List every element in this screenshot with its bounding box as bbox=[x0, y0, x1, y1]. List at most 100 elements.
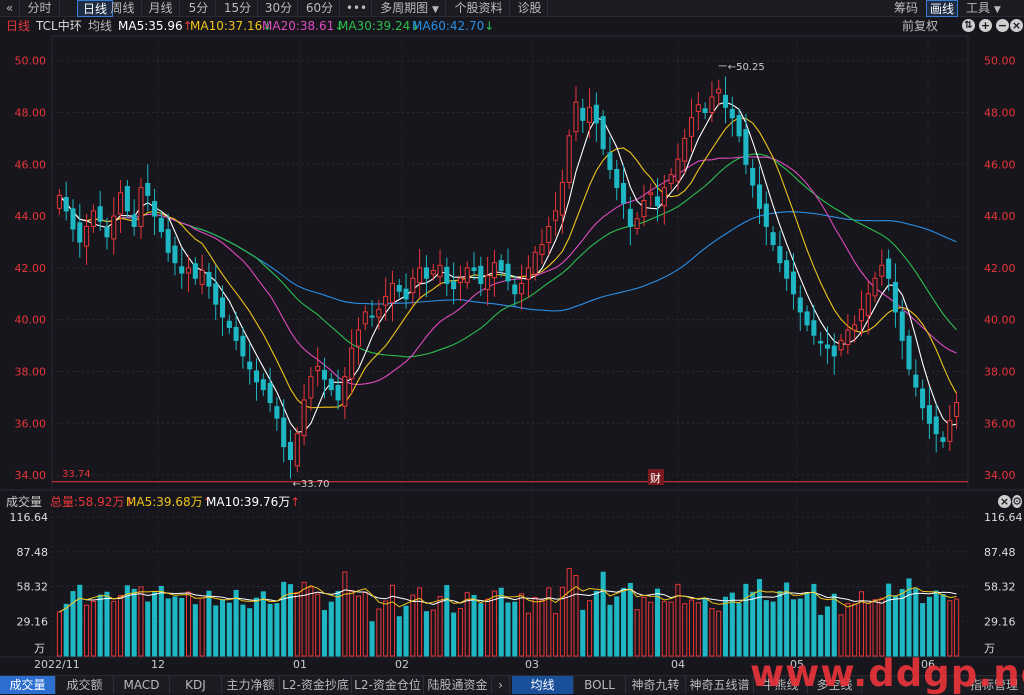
tab-ma[interactable]: 均线 bbox=[512, 676, 574, 694]
volume-bar bbox=[403, 605, 409, 657]
candle-body bbox=[872, 277, 878, 297]
tab-l2-position[interactable]: L2-资金仓位 bbox=[352, 676, 424, 694]
price-panel-border bbox=[51, 35, 969, 491]
tab-turnover[interactable]: 成交额 bbox=[56, 676, 114, 694]
candle-body bbox=[430, 269, 436, 275]
candle-body bbox=[539, 244, 545, 255]
candle-body bbox=[70, 208, 76, 230]
candle-body bbox=[206, 272, 212, 287]
volume-bar bbox=[247, 608, 253, 657]
volume-tick-right: 87.48 bbox=[984, 546, 1016, 559]
candle-body bbox=[56, 194, 62, 209]
volume-bar bbox=[104, 591, 110, 657]
volume-bar bbox=[519, 593, 525, 657]
candle-body bbox=[328, 378, 334, 391]
candle-body bbox=[933, 416, 939, 435]
volume-bar bbox=[376, 608, 382, 657]
volume-bar bbox=[281, 581, 287, 657]
price-tick-left: 34.00 bbox=[15, 469, 47, 482]
volume-bar bbox=[84, 604, 90, 657]
volume-bar bbox=[308, 586, 314, 657]
candle-body bbox=[77, 222, 83, 243]
volume-bar bbox=[321, 610, 328, 657]
candle-body bbox=[342, 376, 348, 407]
candle-body bbox=[634, 218, 640, 230]
tab-kdj[interactable]: KDJ bbox=[170, 676, 222, 694]
price-tick-left: 46.00 bbox=[15, 158, 47, 171]
volume-bar bbox=[899, 589, 905, 657]
volume-tick-left: 58.32 bbox=[17, 581, 49, 594]
tab-main-net[interactable]: 主力净额 bbox=[222, 676, 280, 694]
volume-bar bbox=[63, 603, 69, 657]
volume-bar bbox=[240, 604, 246, 657]
tab-boll[interactable]: BOLL bbox=[574, 676, 626, 694]
volume-bar bbox=[845, 602, 851, 657]
tab-magic-nine[interactable]: 神奇九转 bbox=[626, 676, 686, 694]
candle-body bbox=[845, 329, 851, 346]
candle-body bbox=[607, 152, 613, 170]
candle-body bbox=[362, 311, 368, 325]
candle-body bbox=[763, 203, 769, 227]
candle-body bbox=[444, 266, 450, 284]
price-tick-left: 48.00 bbox=[15, 107, 47, 120]
volume-bar bbox=[634, 609, 640, 657]
candle-body bbox=[233, 326, 239, 341]
close-volume-icon[interactable]: × bbox=[998, 495, 1011, 508]
tab-magic-five[interactable]: 神奇五线谱 bbox=[686, 676, 754, 694]
volume-title: 成交量 bbox=[6, 495, 43, 509]
candle-body bbox=[559, 181, 565, 216]
volume-legend: 成交量 总量:58.92万↑ MA5:39.68万↑ MA10:39.76万↑ … bbox=[0, 493, 1024, 511]
candle-body bbox=[335, 384, 341, 401]
candle-body bbox=[294, 433, 300, 467]
volume-bar bbox=[267, 603, 273, 657]
candle-body bbox=[471, 267, 477, 271]
tab-volume[interactable]: 成交量 bbox=[0, 676, 56, 694]
volume-bar bbox=[355, 595, 362, 657]
volume-bar bbox=[811, 583, 817, 657]
volume-bar bbox=[736, 603, 742, 657]
tabs-scroll-arrow[interactable]: › bbox=[492, 676, 510, 694]
candle-body bbox=[457, 277, 463, 283]
candle-body bbox=[743, 129, 749, 165]
volume-bar bbox=[831, 593, 837, 657]
candle-body bbox=[532, 251, 538, 275]
candle-body bbox=[593, 104, 599, 124]
volume-tick-left: 116.64 bbox=[10, 511, 49, 524]
x-axis-label: 02 bbox=[395, 658, 409, 671]
candle-body bbox=[90, 210, 96, 227]
volume-bar bbox=[933, 590, 939, 657]
candle-body bbox=[587, 106, 593, 123]
price-tick-right: 48.00 bbox=[984, 107, 1016, 120]
candle-body bbox=[661, 187, 667, 207]
candle-body bbox=[321, 369, 328, 380]
candle-body bbox=[627, 208, 633, 227]
tab-l2-bottom[interactable]: L2-资金抄底 bbox=[280, 676, 352, 694]
volume-bar bbox=[444, 585, 450, 657]
candle-body bbox=[926, 405, 932, 424]
low-level-label: 33.74 bbox=[62, 469, 91, 480]
candle-body bbox=[226, 320, 232, 328]
candle-body bbox=[260, 379, 266, 391]
volume-bar bbox=[172, 596, 178, 657]
tab-northbound[interactable]: 陆股通资金 bbox=[424, 676, 492, 694]
volume-bar bbox=[784, 582, 790, 657]
candle-body bbox=[84, 225, 90, 247]
tab-macd[interactable]: MACD bbox=[114, 676, 170, 694]
candle-body bbox=[274, 406, 280, 419]
settings-volume-icon[interactable]: ⚙ bbox=[1012, 495, 1022, 508]
volume-bar bbox=[947, 600, 953, 657]
volume-bar bbox=[566, 568, 572, 657]
volume-tick-right: 116.64 bbox=[984, 511, 1023, 524]
price-tick-right: 40.00 bbox=[984, 314, 1016, 327]
candle-body bbox=[192, 263, 198, 279]
volume-bar bbox=[641, 596, 647, 657]
volume-bar bbox=[97, 594, 103, 657]
volume-bar bbox=[940, 594, 946, 657]
candle-body bbox=[165, 229, 171, 253]
price-tick-right: 46.00 bbox=[984, 158, 1016, 171]
volume-bar bbox=[682, 603, 688, 657]
kline-chart[interactable]: 50.00 50.00 48.00 48.00 46.00 46.00 44.00 44.00… bbox=[0, 0, 1024, 675]
volume-bar bbox=[199, 597, 205, 657]
candle-body bbox=[886, 258, 892, 279]
volume-bar bbox=[688, 599, 695, 657]
